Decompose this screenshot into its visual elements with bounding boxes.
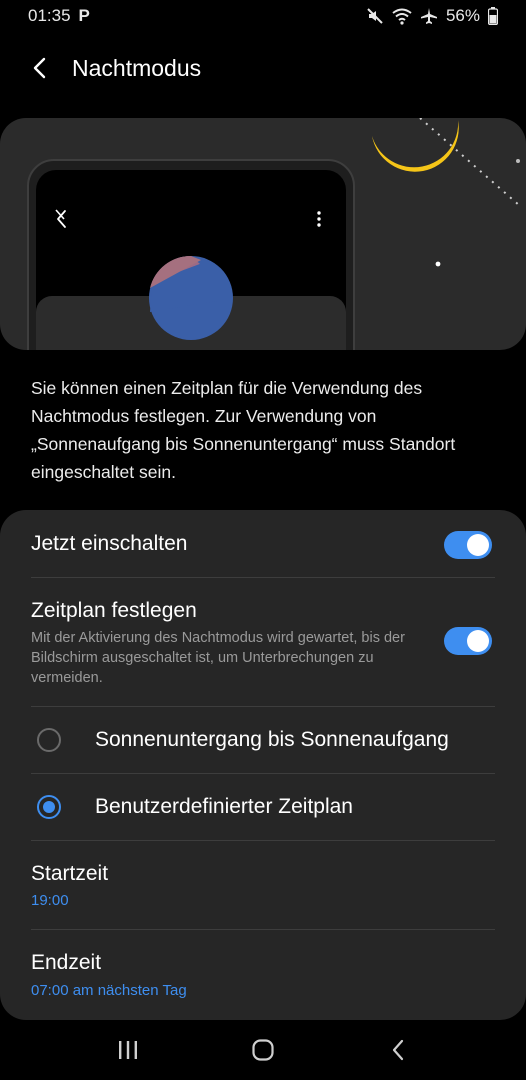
option-label: Sonnenuntergang bis Sonnenaufgang [95, 728, 449, 751]
radio-custom-schedule[interactable] [37, 795, 61, 819]
navigation-bar [0, 1020, 526, 1080]
radio-sunset-to-sunrise[interactable] [37, 728, 61, 752]
home-button[interactable] [233, 1020, 293, 1080]
back-icon [393, 1039, 404, 1061]
settings-card: Jetzt einschalten Zeitplan festlegen Mit… [0, 510, 526, 1020]
description-text: Sie können einen Zeitplan für die Verwen… [31, 378, 456, 482]
dotted-line [419, 118, 521, 207]
divider [31, 773, 495, 774]
phone-menu-icon [317, 211, 321, 227]
star-dot [435, 261, 441, 267]
recent-apps-button[interactable] [98, 1020, 158, 1080]
schedule-label: Zeitplan festlegen [31, 599, 197, 622]
toggle-knob [467, 534, 489, 556]
radio-dot [43, 801, 55, 813]
start-time-value: 19:00 [31, 892, 69, 909]
airplane-icon [420, 8, 437, 24]
schedule-subtitle: Mit der Aktivierung des Nachtmodus wird … [31, 630, 405, 686]
star-dot [516, 159, 520, 163]
divider [31, 840, 495, 841]
turn-on-now-label: Jetzt einschalten [31, 532, 188, 555]
clock: 01:35 [28, 6, 71, 25]
wifi-icon [392, 8, 412, 25]
chevron-left-icon [33, 57, 46, 79]
home-icon [252, 1039, 274, 1061]
page-title: Nachtmodus [72, 54, 202, 81]
divider [31, 577, 495, 578]
end-time-value: 07:00 am nächsten Tag [31, 982, 187, 999]
phone-avatar [149, 255, 233, 340]
parking-icon: P [78, 6, 90, 25]
schedule-toggle[interactable] [444, 627, 492, 655]
recent-apps-icon [118, 1041, 137, 1059]
status-bar: 01:35 P 56% [0, 0, 526, 32]
option-label: Benutzerdefinierter Zeitplan [95, 795, 353, 818]
toggle-knob [467, 630, 489, 652]
moon-icon [372, 120, 459, 172]
night-mode-illustration [0, 118, 526, 350]
divider [31, 706, 495, 707]
app-bar: Nachtmodus [0, 40, 526, 96]
phone-mockup [27, 159, 355, 350]
battery-icon [488, 7, 498, 25]
start-time-label: Startzeit [31, 862, 109, 885]
nav-back-button[interactable] [368, 1020, 428, 1080]
mute-icon [367, 8, 383, 24]
turn-on-now-toggle[interactable] [444, 531, 492, 559]
back-button[interactable] [12, 40, 68, 96]
end-time-label: Endzeit [31, 951, 102, 974]
battery-percent: 56% [445, 6, 480, 25]
divider [31, 929, 495, 930]
